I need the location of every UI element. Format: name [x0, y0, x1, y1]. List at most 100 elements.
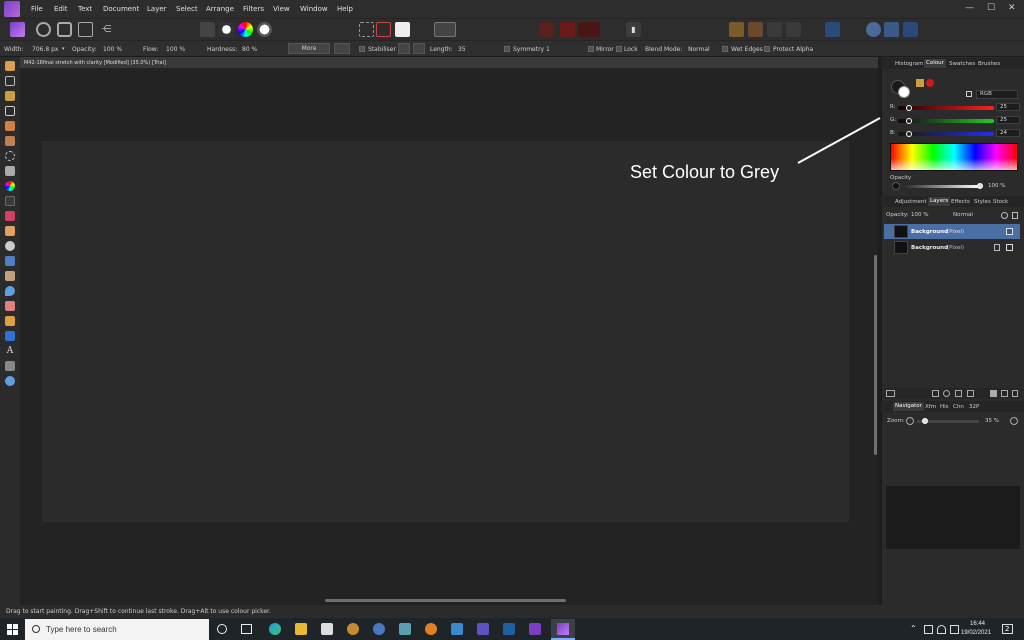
symmetry-checkbox[interactable] [504, 46, 510, 52]
user-icon[interactable] [866, 22, 881, 37]
liquify-persona-icon[interactable] [36, 22, 51, 37]
align-icon[interactable] [825, 22, 840, 37]
app-icon-4[interactable] [347, 623, 359, 635]
width-value[interactable]: 706.8 px [32, 46, 58, 53]
arrange-backward-icon[interactable] [748, 22, 763, 37]
tab-swatches[interactable]: Swatches [949, 61, 975, 67]
blur-brush-tool-icon[interactable] [5, 286, 15, 296]
tab-effects[interactable]: Effects [951, 199, 970, 205]
menu-layer[interactable]: Layer [147, 5, 167, 13]
red-channel-value[interactable]: 25 [996, 103, 1020, 111]
layer-row[interactable]: Background (Pixel) [884, 224, 1020, 239]
clone-brush-tool-icon[interactable] [5, 256, 15, 266]
app-icon-7[interactable] [425, 623, 437, 635]
file-explorer-icon[interactable] [295, 623, 307, 635]
develop-persona-icon[interactable] [57, 22, 72, 37]
red-channel-slider[interactable] [898, 106, 994, 110]
blue-channel-knob[interactable] [906, 131, 912, 137]
affinity-photo-logo-icon[interactable] [4, 1, 20, 17]
layers-opacity-value[interactable]: 100 % [911, 212, 928, 218]
zoom-slider-knob[interactable] [922, 418, 928, 424]
dodge-brush-tool-icon[interactable] [5, 241, 15, 251]
crop-tool-icon[interactable] [5, 106, 15, 116]
cortana-icon[interactable] [217, 624, 227, 634]
invert-selection-icon[interactable] [376, 22, 391, 37]
auto-contrast-icon[interactable] [219, 22, 234, 37]
volume-icon[interactable] [950, 625, 959, 634]
text-tool-icon[interactable]: A [5, 346, 15, 356]
layer-row[interactable]: Background (Pixel) [884, 240, 1020, 255]
chevron-up-icon[interactable]: ⌃ [910, 624, 917, 633]
protect-alpha-checkbox[interactable] [764, 46, 770, 52]
tab-styles[interactable]: Styles [974, 199, 991, 205]
stabiliser-checkbox[interactable] [359, 46, 365, 52]
mail-icon[interactable] [451, 623, 463, 635]
menu-help[interactable]: Help [337, 5, 353, 13]
zoom-out-icon[interactable] [906, 417, 914, 425]
blue-channel-value[interactable]: 24 [996, 129, 1020, 137]
menu-view[interactable]: View [273, 5, 290, 13]
auto-white-balance-icon[interactable] [257, 22, 272, 37]
menu-select[interactable]: Select [176, 5, 198, 13]
green-channel-value[interactable]: 25 [996, 116, 1020, 124]
colour-spectrum[interactable] [890, 143, 1018, 171]
more-button[interactable]: More [288, 43, 330, 54]
live-filter-icon[interactable] [967, 390, 974, 397]
length-value[interactable]: 35 [458, 46, 466, 53]
hand-tool-icon[interactable] [5, 61, 15, 71]
zoom-in-icon[interactable] [1010, 417, 1018, 425]
gear-icon[interactable] [1001, 212, 1008, 219]
tab-history[interactable]: His [940, 404, 949, 410]
menu-filters[interactable]: Filters [243, 5, 264, 13]
arrange-forward-icon[interactable] [767, 22, 782, 37]
selection-brush-tool-icon[interactable] [5, 121, 15, 131]
wet-edges-checkbox[interactable] [722, 46, 728, 52]
menu-file[interactable]: File [31, 5, 43, 13]
pen-tool-icon[interactable] [5, 316, 15, 326]
fx-icon[interactable] [955, 390, 962, 397]
tab-32p[interactable]: 32P [969, 404, 979, 410]
horizontal-scroll-thumb[interactable] [325, 599, 566, 602]
taskbar-time[interactable]: 16:44 [970, 621, 985, 627]
document-tab[interactable]: M42-16final stretch with clarity [Modifi… [20, 57, 878, 68]
menu-window[interactable]: Window [300, 5, 328, 13]
move-tool-icon[interactable] [5, 76, 15, 86]
app-icon-10[interactable] [503, 623, 515, 635]
lock-icon[interactable] [1012, 212, 1018, 219]
tab-navigator[interactable]: Navigator [893, 402, 924, 411]
layer-visibility-checkbox[interactable] [1006, 228, 1013, 235]
hardness-value[interactable]: 80 % [242, 46, 257, 53]
tab-colour[interactable]: Colour [924, 59, 946, 68]
app-icon-9[interactable] [477, 623, 489, 635]
notification-icon[interactable]: 2 [1002, 624, 1013, 634]
flow-value[interactable]: 100 % [166, 46, 185, 53]
trash-icon[interactable] [1012, 390, 1018, 397]
colour-model-select[interactable]: RGB [976, 90, 1018, 99]
layer-visibility-checkbox[interactable] [1006, 244, 1013, 251]
colour-replacement-tool-icon[interactable] [5, 211, 15, 221]
brush-settings-icon[interactable] [334, 43, 350, 54]
auto-colours-icon[interactable] [238, 22, 253, 37]
arrange-back-icon[interactable] [729, 22, 744, 37]
app-icon-11[interactable] [529, 623, 541, 635]
menu-arrange[interactable]: Arrange [206, 5, 234, 13]
app-icon-5[interactable] [373, 623, 385, 635]
select-all-icon[interactable] [395, 22, 410, 37]
network-icon[interactable] [924, 625, 933, 634]
mesh-warp-tool-icon[interactable] [5, 361, 15, 371]
close-icon[interactable]: ✕ [1008, 3, 1016, 13]
lock-checkbox[interactable] [616, 46, 622, 52]
secondary-colour-swatch[interactable] [898, 86, 910, 98]
layer-lock-icon[interactable] [994, 244, 1000, 251]
zoom-value[interactable]: 35 % [985, 418, 999, 424]
undo-brush-tool-icon[interactable] [5, 271, 15, 281]
share-icon[interactable] [903, 22, 918, 37]
deselect-icon[interactable] [359, 22, 374, 37]
tab-layers[interactable]: Layers [928, 197, 951, 206]
wifi-icon[interactable] [937, 625, 946, 634]
picker-icon[interactable] [916, 79, 924, 87]
arrange-front-icon[interactable] [786, 22, 801, 37]
affinity-photo-taskbar-button[interactable] [551, 619, 575, 640]
tab-channels[interactable]: Chn [953, 404, 964, 410]
navigator-preview[interactable] [886, 486, 1020, 549]
